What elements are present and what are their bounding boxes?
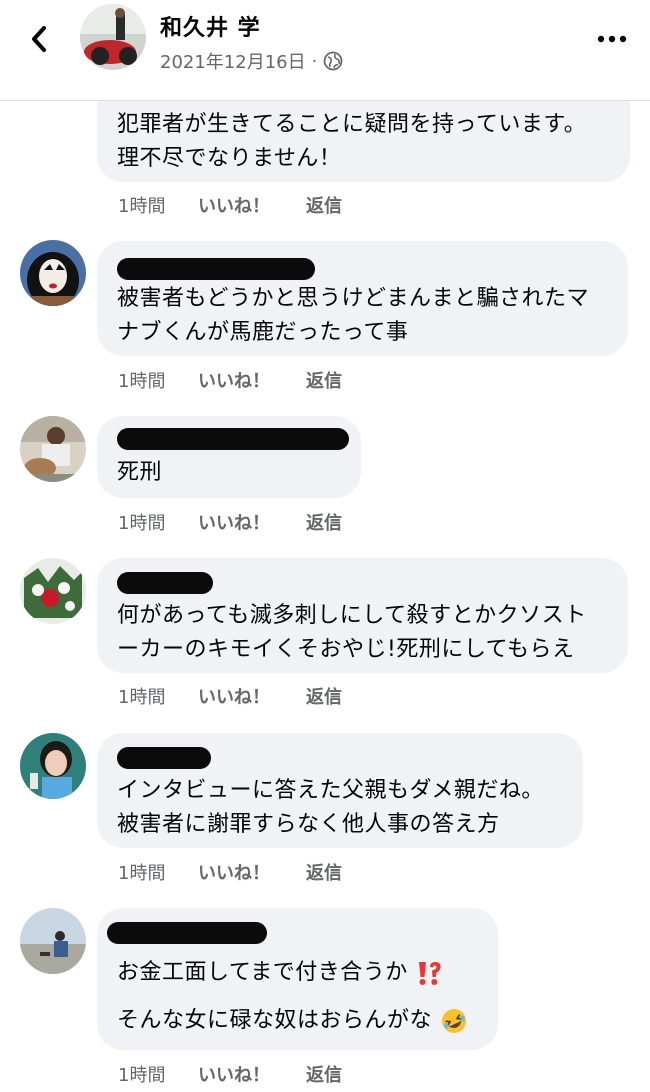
comment-text-line: ナブくんが馬鹿だったって事 — [117, 320, 409, 345]
comment-time[interactable]: 1時間 — [118, 1061, 198, 1087]
comment-time[interactable]: 1時間 — [118, 683, 198, 709]
comment-text-line: ーカーのキモイくそおやじ!死刑にしてもらえ — [117, 637, 575, 662]
comment-text-line: 理不尽でなりません！ — [117, 146, 342, 171]
comment-text-line: 被害者もどうかと思うけどまんまと騙されたマ — [117, 286, 590, 311]
comment-bubble[interactable]: 何があっても滅多刺しにして殺すとかクソスト ーカーのキモイくそおやじ!死刑にして… — [97, 558, 628, 673]
like-button[interactable]: いいね！ — [198, 509, 306, 535]
comment-text-line: 犯罪者が生きてることに疑問を持っています。 — [117, 112, 587, 137]
poster-name[interactable]: 和久井 学 — [160, 10, 261, 42]
comment-time[interactable]: 1時間 — [118, 192, 198, 218]
globe-icon — [323, 51, 343, 71]
like-button[interactable]: いいね！ — [198, 367, 306, 393]
commenter-avatar[interactable] — [20, 240, 86, 306]
comment-text-line: 何があっても滅多刺しにして殺すとかクソスト — [117, 603, 587, 628]
comment-bubble[interactable]: お金工面してまで付き合うか そんな女に碌な奴はおらんがな — [97, 908, 498, 1050]
comment-text-line: 死刑 — [117, 460, 163, 485]
more-options-button[interactable] — [590, 22, 634, 56]
like-button[interactable]: いいね！ — [198, 1061, 306, 1087]
comment-actions: 1時間 いいね！ 返信 — [118, 367, 342, 393]
comment-bubble[interactable]: 被害者もどうかと思うけどまんまと騙されたマ ナブくんが馬鹿だったって事 — [97, 241, 628, 356]
name-redaction-bar — [117, 747, 211, 769]
more-dots-icon — [597, 35, 627, 43]
like-button[interactable]: いいね！ — [198, 683, 306, 709]
comment-time[interactable]: 1時間 — [118, 509, 198, 535]
comment-time[interactable]: 1時間 — [118, 859, 198, 885]
chevron-left-icon — [32, 26, 46, 52]
reply-button[interactable]: 返信 — [306, 1061, 342, 1087]
comment-actions: 1時間 いいね！ 返信 — [118, 192, 342, 218]
like-button[interactable]: いいね！ — [198, 192, 306, 218]
comment-bubble[interactable]: 死刑 — [97, 416, 361, 498]
commenter-avatar[interactable] — [20, 733, 86, 799]
comment-actions: 1時間 いいね！ 返信 — [118, 859, 342, 885]
commenter-avatar[interactable] — [20, 558, 86, 624]
post-header: 和久井 学 2021年12月16日 · — [0, 0, 650, 101]
commenter-avatar[interactable] — [20, 416, 86, 482]
comment-actions: 1時間 いいね！ 返信 — [118, 509, 342, 535]
name-redaction-bar — [117, 572, 213, 594]
post-date[interactable]: 2021年12月16日 — [160, 48, 306, 74]
comment-text-line: インタビューに答えた父親もダメ親だね。 — [117, 778, 544, 803]
reply-button[interactable]: 返信 — [306, 367, 342, 393]
name-redaction-bar — [117, 428, 349, 450]
reply-button[interactable]: 返信 — [306, 509, 342, 535]
like-button[interactable]: いいね！ — [198, 859, 306, 885]
meta-separator: · — [311, 50, 318, 72]
reply-button[interactable]: 返信 — [306, 859, 342, 885]
reply-button[interactable]: 返信 — [306, 683, 342, 709]
comment-text-line: 被害者に謝罪すらなく他人事の答え方 — [117, 812, 500, 837]
name-redaction-bar — [107, 922, 267, 944]
commenter-avatar[interactable] — [20, 908, 86, 974]
comment-bubble[interactable]: インタビューに答えた父親もダメ親だね。 被害者に謝罪すらなく他人事の答え方 — [97, 733, 583, 848]
rofl-emoji-icon — [441, 1009, 466, 1033]
name-redaction-bar — [117, 258, 315, 280]
reply-button[interactable]: 返信 — [306, 192, 342, 218]
double-exclamation-icon — [419, 962, 441, 985]
comment-text-line: お金工面してまで付き合うか — [117, 956, 443, 990]
back-button[interactable] — [22, 22, 56, 56]
poster-avatar[interactable] — [80, 4, 146, 70]
post-meta: 2021年12月16日 · — [160, 48, 343, 74]
comment-actions: 1時間 いいね！ 返信 — [118, 1061, 342, 1087]
comment-actions: 1時間 いいね！ 返信 — [118, 683, 342, 709]
comment-time[interactable]: 1時間 — [118, 367, 198, 393]
comment-text-line: そんな女に碌な奴はおらんがな — [117, 1004, 468, 1038]
